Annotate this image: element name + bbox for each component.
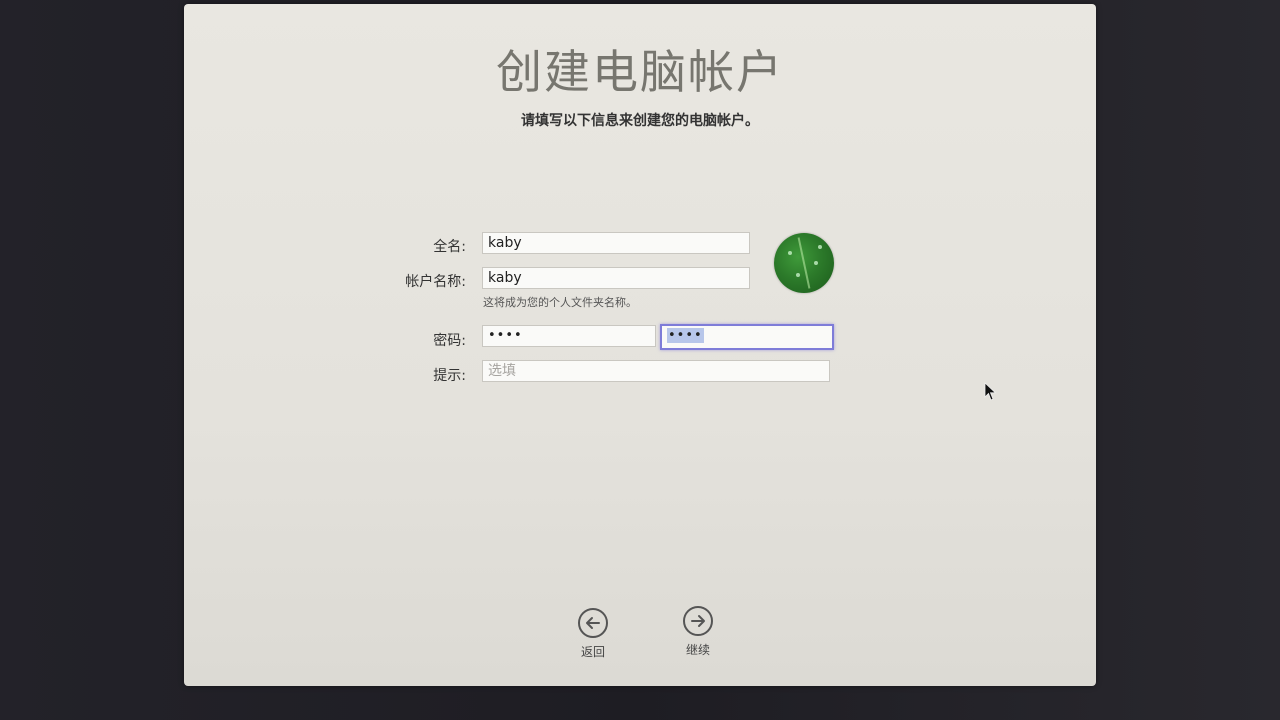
forward-arrow-icon (683, 606, 713, 636)
account-name-label: 帐户名称: (405, 274, 466, 290)
full-name-value: kaby (488, 235, 522, 251)
hint-field[interactable]: 选填 (482, 360, 830, 382)
leaf-avatar-icon[interactable] (774, 233, 834, 293)
hint-label: 提示: (433, 368, 466, 384)
page-subtitle: 请填写以下信息来创建您的电脑帐户。 (521, 113, 759, 129)
screen-background: 创建电脑帐户 请填写以下信息来创建您的电脑帐户。 全名: kaby 帐户名称: … (0, 0, 1280, 720)
continue-label: 继续 (685, 643, 710, 657)
account-name-value: kaby (488, 270, 522, 286)
continue-button[interactable]: 继续 (663, 606, 733, 658)
setup-assistant-window: 创建电脑帐户 请填写以下信息来创建您的电脑帐户。 全名: kaby 帐户名称: … (184, 4, 1096, 686)
full-name-label: 全名: (433, 239, 466, 255)
leaf-vein (797, 237, 811, 289)
password-label: 密码: (433, 333, 466, 349)
password-verify-field[interactable]: •••• (660, 324, 834, 350)
password-verify-value: •••• (667, 328, 704, 343)
water-drop (814, 261, 818, 265)
password-value: •••• (488, 328, 523, 343)
account-name-hint: 这将成为您的个人文件夹名称。 (483, 296, 637, 309)
account-name-field[interactable]: kaby (482, 267, 750, 289)
password-field[interactable]: •••• (482, 325, 656, 347)
full-name-field[interactable]: kaby (482, 232, 750, 254)
water-drop (788, 251, 792, 255)
page-title: 创建电脑帐户 (496, 45, 784, 99)
back-arrow-icon (578, 608, 608, 638)
hint-placeholder: 选填 (488, 363, 516, 379)
water-drop (818, 245, 822, 249)
back-button[interactable]: 返回 (558, 608, 628, 660)
water-drop (796, 273, 800, 277)
back-label: 返回 (580, 645, 605, 659)
